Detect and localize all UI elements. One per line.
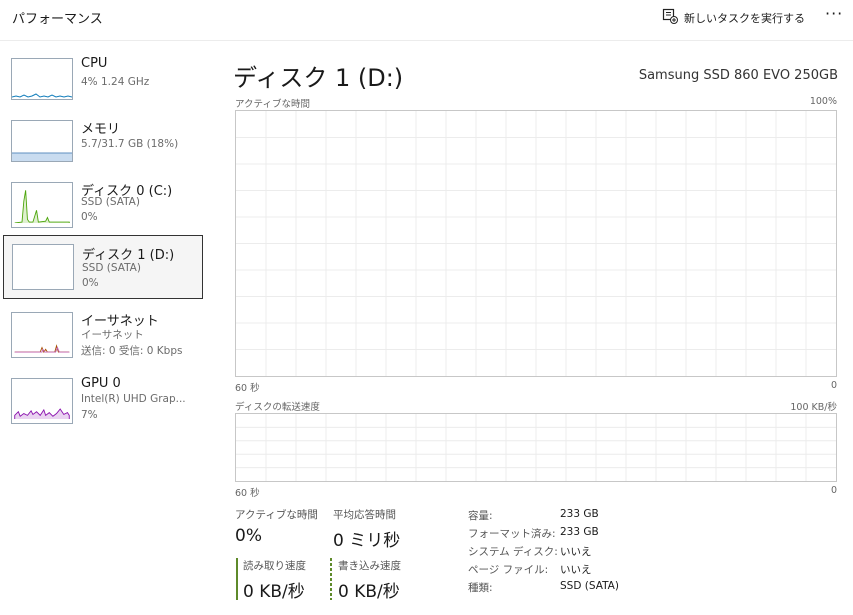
- type-value: SSD (SATA): [560, 580, 619, 592]
- transfer-rate-chart: [235, 413, 837, 482]
- response-time-stat-value: 0 ミリ秒: [333, 531, 401, 551]
- read-speed-stat-value: 0 KB/秒: [243, 582, 305, 602]
- sidebar-item-label: GPU 0: [81, 376, 121, 391]
- disk-title: ディスク 1 (D:): [233, 64, 404, 92]
- sidebar-item-detail: Intel(R) UHD Grap...: [81, 393, 186, 405]
- sidebar-item-gpu-0[interactable]: GPU 0 Intel(R) UHD Grap... 7%: [3, 372, 203, 436]
- sidebar-item-disk-0[interactable]: ディスク 0 (C:) SSD (SATA) 0%: [3, 176, 203, 240]
- active-time-stat-label: アクティブな時間: [235, 509, 318, 521]
- disk-model: Samsung SSD 860 EVO 250GB: [638, 68, 838, 83]
- type-key: 種類:: [468, 582, 493, 594]
- cpu-thumbnail-graph: [11, 58, 73, 100]
- sidebar-item-detail: 4% 1.24 GHz: [81, 76, 150, 88]
- active-time-stat-value: 0%: [235, 526, 262, 546]
- new-task-icon: [662, 8, 678, 27]
- sidebar-item-usage: 0%: [82, 277, 99, 289]
- sidebar-item-detail: SSD (SATA): [82, 262, 141, 274]
- new-task-label: 新しいタスクを実行する: [684, 11, 805, 25]
- sidebar-item-ethernet[interactable]: イーサネット イーサネット 送信: 0 受信: 0 Kbps: [3, 306, 203, 370]
- transfer-rate-chart-label: ディスクの転送速度: [235, 402, 320, 413]
- active-time-chart-time-span: 60 秒: [235, 383, 260, 394]
- header-bar: パフォーマンス 新しいタスクを実行する ···: [0, 0, 853, 40]
- read-speed-stat-label: 読み取り速度: [243, 560, 306, 572]
- active-time-chart-min: 0: [830, 380, 837, 391]
- system-disk-key: システム ディスク:: [468, 546, 558, 558]
- sidebar-item-cpu[interactable]: CPU 4% 1.24 GHz: [3, 52, 203, 116]
- active-time-chart-max: 100%: [809, 96, 837, 107]
- page-file-value: いいえ: [560, 564, 592, 576]
- memory-thumbnail-graph: [11, 120, 73, 162]
- sidebar-item-usage: 7%: [81, 409, 98, 421]
- disk-1-thumbnail-graph: [12, 244, 74, 290]
- sidebar-item-label: ディスク 1 (D:): [82, 248, 175, 263]
- sidebar-item-detail: イーサネット: [81, 329, 144, 341]
- disk-0-thumbnail-graph: [11, 182, 73, 228]
- sidebar-item-usage: 送信: 0 受信: 0 Kbps: [81, 345, 183, 357]
- formatted-value: 233 GB: [560, 526, 599, 538]
- write-speed-stat-value: 0 KB/秒: [338, 582, 400, 602]
- transfer-rate-chart-min: 0: [830, 485, 837, 496]
- response-time-stat-label: 平均応答時間: [333, 509, 396, 521]
- write-speed-stat-label: 書き込み速度: [338, 560, 401, 572]
- sidebar-item-usage: 0%: [81, 211, 98, 223]
- gpu-thumbnail-graph: [11, 378, 73, 424]
- transfer-rate-chart-time-span: 60 秒: [235, 488, 260, 499]
- sidebar-item-memory[interactable]: メモリ 5.7/31.7 GB (18%): [3, 114, 203, 178]
- page-file-key: ページ ファイル:: [468, 564, 549, 576]
- capacity-value: 233 GB: [560, 508, 599, 520]
- capacity-key: 容量:: [468, 510, 493, 522]
- sidebar-item-label: CPU: [81, 56, 108, 71]
- sidebar-item-disk-1[interactable]: ディスク 1 (D:) SSD (SATA) 0%: [3, 235, 203, 299]
- new-task-button[interactable]: 新しいタスクを実行する: [662, 8, 805, 27]
- system-disk-value: いいえ: [560, 546, 592, 558]
- active-time-chart-label: アクティブな時間: [235, 99, 310, 110]
- sidebar-item-detail: 5.7/31.7 GB (18%): [81, 138, 179, 150]
- more-options-button[interactable]: ···: [825, 4, 843, 23]
- sidebar-item-detail: SSD (SATA): [81, 196, 140, 208]
- write-speed-indicator: [330, 558, 332, 600]
- header-divider: [0, 40, 853, 41]
- page-title: パフォーマンス: [12, 12, 103, 27]
- ethernet-thumbnail-graph: [11, 312, 73, 358]
- formatted-key: フォーマット済み:: [468, 528, 556, 540]
- sidebar-item-label: メモリ: [81, 122, 121, 137]
- active-time-chart: [235, 110, 837, 377]
- transfer-rate-chart-max: 100 KB/秒: [790, 402, 837, 413]
- read-speed-indicator: [236, 558, 238, 600]
